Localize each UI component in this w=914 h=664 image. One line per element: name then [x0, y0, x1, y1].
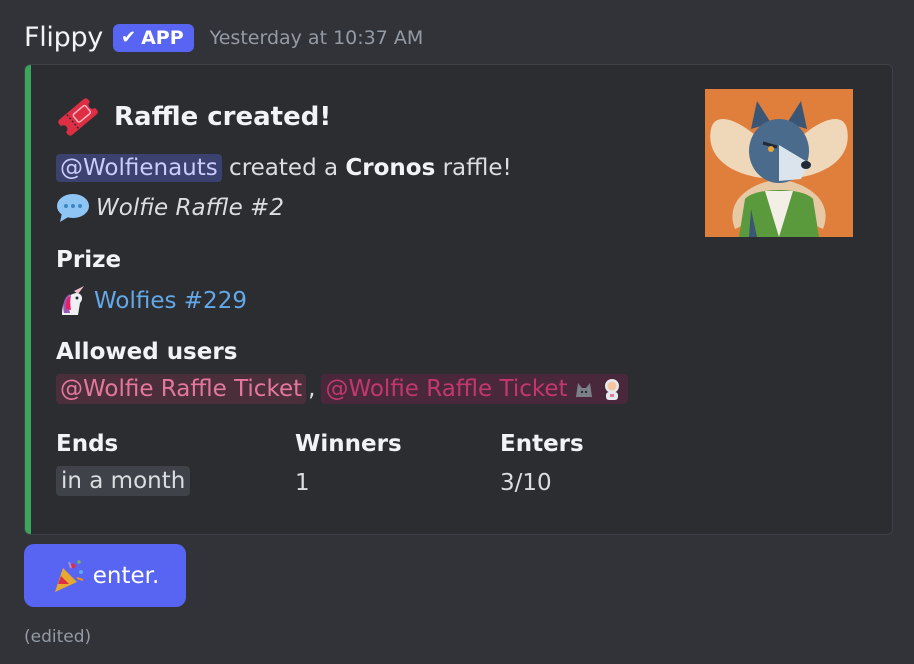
desc-text: created a: [221, 155, 346, 181]
ends-value-row: in a month: [56, 466, 191, 496]
role-mention-1[interactable]: @Wolfie Raffle Ticket: [56, 374, 307, 404]
message-header: Flippy ✔ APP Yesterday at 10:37 AM: [24, 22, 423, 53]
app-badge: ✔ APP: [113, 23, 194, 52]
app-badge-label: APP: [141, 26, 184, 49]
raffle-name-line: Wolfie Raffle #2: [56, 193, 284, 223]
allowed-users-row: @Wolfie Raffle Ticket , @Wolfie Raffle T…: [56, 374, 628, 404]
speech-bubble-icon: [57, 194, 89, 222]
role-mention-2[interactable]: @Wolfie Raffle Ticket: [321, 374, 628, 404]
winners-label: Winners: [295, 431, 402, 457]
embed-title-row: Raffle created!: [56, 95, 331, 139]
ticket-icon: [58, 98, 98, 136]
enter-raffle-button[interactable]: enter.: [24, 544, 186, 607]
user-mention[interactable]: @Wolfienauts: [56, 154, 222, 182]
unicorn-icon: [62, 286, 84, 315]
prize-label: Prize: [56, 247, 122, 273]
enters-value: 3/10: [500, 470, 552, 496]
desc-bold-name: Cronos: [345, 155, 436, 181]
desc-tail: raffle!: [435, 155, 512, 181]
edited-indicator: (edited): [24, 627, 92, 647]
wolf-icon: [575, 383, 592, 397]
enter-button-label: enter.: [92, 562, 160, 589]
embed-description: @Wolfienauts created a Cronos raffle!: [56, 154, 512, 182]
astronaut-icon: [604, 379, 619, 400]
author-name[interactable]: Flippy: [24, 22, 103, 53]
role-mention-2-label: @Wolfie Raffle Ticket: [325, 376, 568, 402]
raffle-name: Wolfie Raffle #2: [96, 195, 284, 221]
embed-title: Raffle created!: [114, 102, 332, 132]
ends-label: Ends: [56, 431, 119, 457]
prize-value-row: Wolfies #229: [56, 285, 247, 317]
timestamp[interactable]: Yesterday at 10:37 AM: [210, 27, 424, 49]
prize-link[interactable]: Wolfies #229: [94, 288, 247, 314]
check-icon: ✔: [121, 27, 137, 48]
role-separator: ,: [308, 376, 316, 402]
embed-thumbnail-wolf-avatar[interactable]: [705, 89, 853, 237]
ends-value: in a month: [56, 466, 191, 496]
party-popper-icon: [54, 559, 84, 592]
winners-value: 1: [295, 470, 310, 496]
embed-accent-bar: [25, 65, 31, 534]
enters-label: Enters: [500, 431, 584, 457]
allowed-users-label: Allowed users: [56, 339, 238, 365]
raffle-embed: Raffle created! @Wolfienauts created a C…: [24, 64, 893, 535]
